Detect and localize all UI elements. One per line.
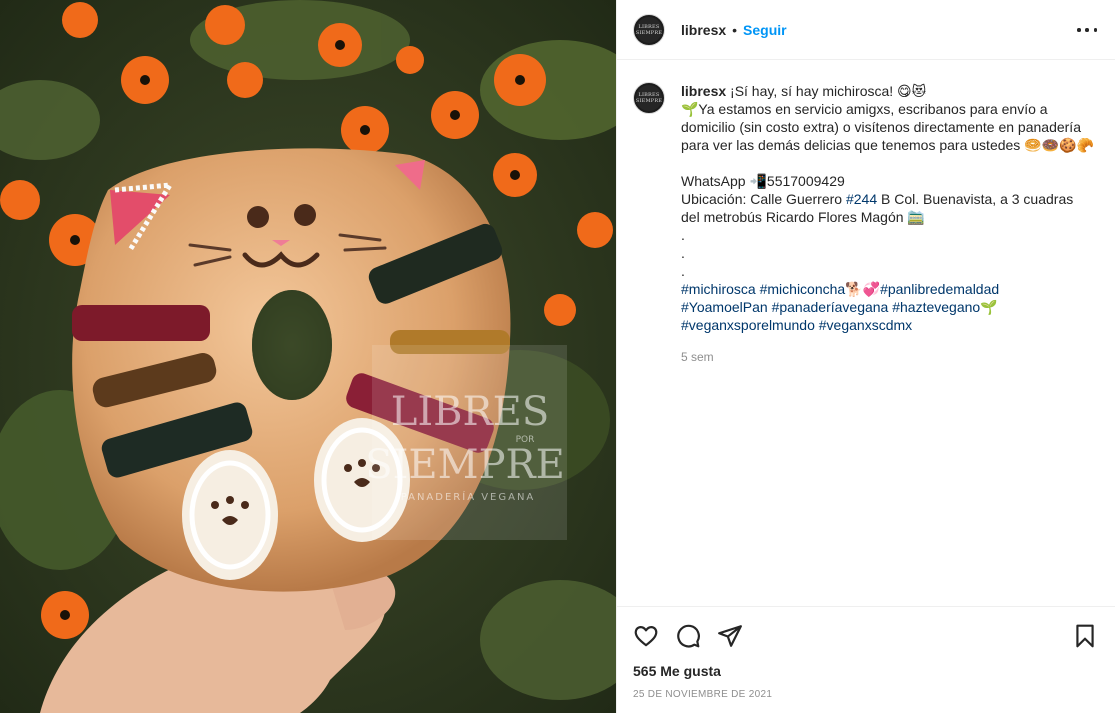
more-options-icon[interactable] [1077, 20, 1097, 40]
post-header: LIBRES SIEMPRE libresx • Seguir [617, 0, 1115, 60]
time-ago[interactable]: 5 sem [681, 348, 1101, 366]
caption-username[interactable]: libresx [681, 83, 726, 99]
post-details-panel: LIBRES SIEMPRE libresx • Seguir LIBRES S… [616, 0, 1115, 713]
caption-dot1: . [681, 227, 685, 243]
hashtags-line1: #michirosca #michiconcha🐕💞#panlibredemal… [681, 280, 1101, 298]
hashtag-panlibredemaldad[interactable]: #panlibredemaldad [880, 281, 999, 297]
caption-location: Ubicación: Calle Guerrero #244 B Col. Bu… [681, 190, 1101, 208]
hashtags-line2: #YoamoelPan #panaderíavegana #haztevegan… [681, 298, 1101, 316]
heart-icon[interactable] [633, 623, 659, 649]
emoji-sprout: 🌱 [980, 299, 998, 315]
hashtags-line3: #veganxsporelmundo #veganxscdmx [681, 316, 1101, 334]
caption-avatar-line2: SIEMPRE [635, 98, 663, 104]
post-photo: LIBRES POR SIEMPRE PANADERÍA VEGANA [0, 0, 616, 713]
emoji-dog-heart: 🐕💞 [845, 281, 881, 297]
avatar[interactable]: LIBRES SIEMPRE [633, 13, 665, 46]
caption-line4: para ver las demás delicias que tenemos … [681, 137, 1094, 153]
hashtag-244[interactable]: #244 [846, 191, 877, 207]
caption: LIBRES SIEMPRE libresx ¡Sí hay, sí hay m… [633, 82, 1103, 366]
caption-intro: ¡Sí hay, sí hay michirosca! 😋😻 [730, 83, 927, 99]
hashtag-michirosca[interactable]: #michirosca [681, 281, 756, 297]
action-icons [633, 623, 743, 649]
bookmark-icon[interactable] [1072, 623, 1098, 649]
caption-text: libresx ¡Sí hay, sí hay michirosca! 😋😻 🌱… [681, 82, 1101, 366]
caption-line1: libresx ¡Sí hay, sí hay michirosca! 😋😻 [681, 82, 1101, 100]
caption-line2: 🌱Ya estamos en servicio amigxs, escriban… [681, 101, 1048, 117]
caption-dot2: . [681, 245, 685, 261]
location-prefix: Ubicación: Calle Guerrero [681, 191, 846, 207]
likes-count[interactable]: 565 Me gusta [633, 663, 721, 679]
hashtag-yoamoelpan[interactable]: #YoamoelPan [681, 299, 768, 315]
caption-dot3: . [681, 263, 685, 279]
follow-button[interactable]: Seguir [743, 22, 787, 38]
post-date: 25 DE NOVIEMBRE DE 2021 [633, 689, 773, 700]
hashtag-michiconcha[interactable]: #michiconcha [760, 281, 846, 297]
caption-avatar[interactable]: LIBRES SIEMPRE [633, 82, 665, 114]
hashtag-panaderiavegana[interactable]: #panaderíavegana [772, 299, 889, 315]
paper-plane-icon[interactable] [717, 623, 743, 649]
separator-dot: • [732, 21, 738, 38]
caption-whatsapp: WhatsApp 📲5517009429 [681, 173, 845, 189]
location-suffix: B Col. Buenavista, a 3 cuadras [877, 191, 1074, 207]
post-image[interactable]: LIBRES POR SIEMPRE PANADERÍA VEGANA [0, 0, 616, 713]
hashtag-haztevegano[interactable]: #haztevegano [892, 299, 980, 315]
avatar-line2: SIEMPRE [635, 29, 663, 36]
watermark-line3: PANADERÍA VEGANA [401, 490, 536, 503]
comment-icon[interactable] [675, 623, 701, 649]
username[interactable]: libresx [681, 22, 726, 38]
hashtag-veganxsporelmundo[interactable]: #veganxsporelmundo [681, 317, 815, 333]
caption-location-line2: del metrobús Ricardo Flores Magón 🚞 [681, 209, 925, 225]
post-actions: 565 Me gusta 25 DE NOVIEMBRE DE 2021 [617, 606, 1115, 713]
hashtag-veganxscdmx[interactable]: #veganxscdmx [819, 317, 912, 333]
caption-line3: domicilio (sin costo extra) o visítenos … [681, 119, 1081, 135]
watermark-line1: LIBRES [391, 389, 549, 435]
watermark-line2: SIEMPRE [365, 442, 565, 488]
